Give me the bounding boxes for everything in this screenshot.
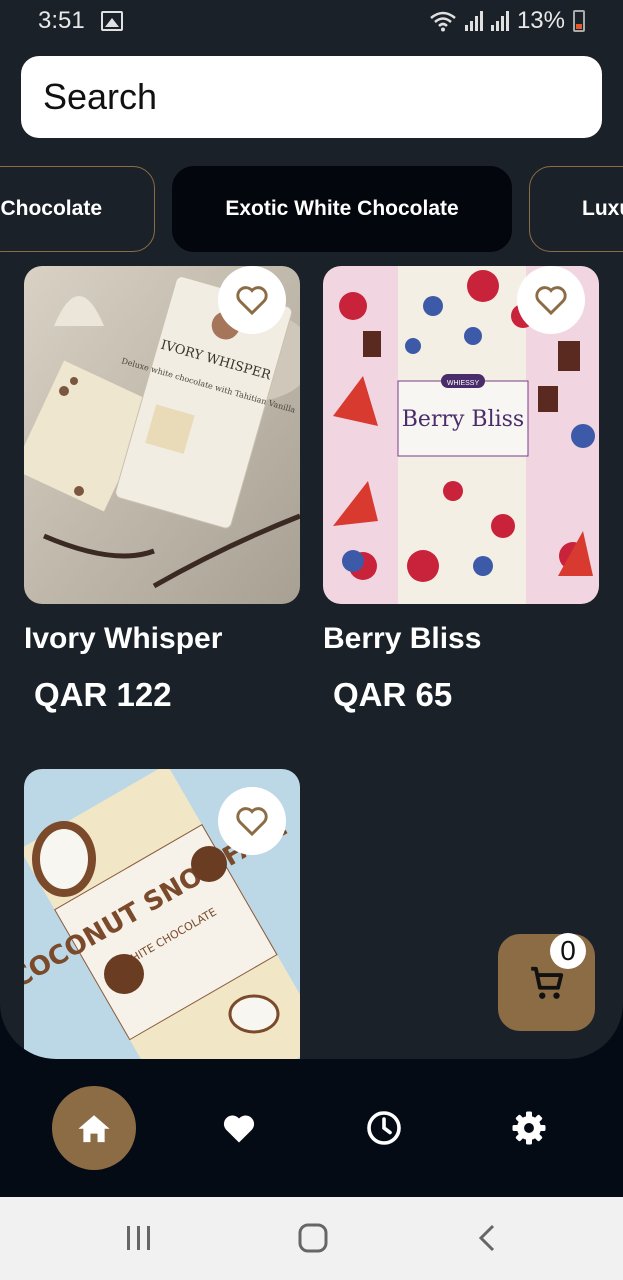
package-subtext: WHIESSY — [447, 380, 480, 387]
product-name: Berry Bliss — [323, 622, 482, 655]
category-tab-chocolate[interactable]: Chocolate — [0, 166, 155, 252]
nav-settings[interactable] — [487, 1086, 571, 1170]
product-image[interactable]: Berry Bliss WHIESSY — [323, 266, 599, 604]
signal-icon — [464, 11, 483, 31]
product-image[interactable]: COCONUT SNOWFALL WHITE CHOCOLATE — [24, 769, 300, 1059]
category-tab-exotic-white-chocolate[interactable]: Exotic White Chocolate — [172, 166, 512, 252]
heart-outline-icon — [236, 286, 268, 316]
nav-history[interactable] — [342, 1086, 426, 1170]
recent-apps-icon[interactable] — [126, 1223, 152, 1253]
wifi-icon — [430, 11, 456, 32]
favorite-button[interactable] — [517, 266, 585, 334]
product-name: Ivory Whisper — [24, 622, 223, 655]
product-card-berry-bliss[interactable]: Berry Bliss WHIESSY Berry Bliss QAR 65 — [323, 266, 599, 714]
status-bar: 3:51 13% — [0, 0, 623, 42]
heart-outline-icon — [236, 807, 268, 837]
product-image[interactable]: IVORY WHISPER Deluxe white chocolate wit… — [24, 266, 300, 604]
product-card-ivory-whisper[interactable]: IVORY WHISPER Deluxe white chocolate wit… — [24, 266, 300, 714]
status-time: 3:51 — [38, 7, 85, 34]
bottom-navigation — [0, 1059, 623, 1197]
nav-favorites[interactable] — [197, 1086, 281, 1170]
category-tabs: Chocolate Exotic White Chocolate Luxu — [0, 166, 623, 252]
battery-percent: 13% — [516, 7, 565, 34]
product-price: QAR 122 — [34, 676, 172, 713]
home-icon — [78, 1115, 110, 1143]
app-content: Search Chocolate Exotic White Chocolate … — [0, 42, 623, 1059]
heart-outline-icon — [535, 286, 567, 316]
back-icon[interactable] — [476, 1223, 498, 1253]
cart-icon — [530, 966, 563, 999]
product-card-coconut-snowfall[interactable]: COCONUT SNOWFALL WHITE CHOCOLATE — [24, 769, 300, 1059]
category-label: Chocolate — [0, 197, 102, 220]
gallery-notification-icon — [100, 11, 123, 31]
signal-icon-2 — [490, 11, 509, 31]
package-text: Berry Bliss — [402, 407, 524, 432]
battery-icon — [573, 10, 585, 32]
category-label: Exotic White Chocolate — [225, 197, 459, 220]
gear-icon — [512, 1111, 546, 1145]
cart-count-badge: 0 — [550, 933, 586, 969]
favorite-button[interactable] — [218, 266, 286, 334]
nav-home[interactable] — [52, 1086, 136, 1170]
home-system-icon[interactable] — [298, 1223, 328, 1253]
category-tab-luxury[interactable]: Luxu — [529, 166, 623, 252]
heart-icon — [223, 1115, 255, 1143]
favorite-button[interactable] — [218, 787, 286, 855]
search-input[interactable]: Search — [21, 56, 602, 138]
product-price: QAR 65 — [333, 676, 453, 713]
system-navigation-bar — [0, 1197, 623, 1280]
category-label: Luxu — [582, 197, 623, 220]
clock-icon — [367, 1111, 401, 1145]
